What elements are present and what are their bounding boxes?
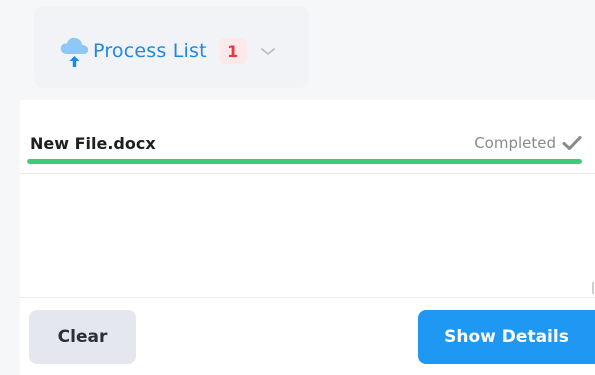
show-details-button[interactable]: Show Details [418,310,595,364]
process-list-header[interactable]: Process List 1 [34,6,309,88]
footer-divider [20,297,595,298]
row-divider [20,173,595,174]
check-icon [562,135,582,151]
chevron-down-icon[interactable] [259,42,277,60]
clear-button[interactable]: Clear [29,310,136,364]
progress-track [27,159,582,164]
process-list-toggle[interactable]: Process List 1 [59,34,277,68]
scrollbar[interactable] [592,282,594,294]
file-status: Completed [474,134,582,152]
file-name: New File.docx [30,133,156,153]
status-label: Completed [474,134,556,152]
cloud-upload-icon [59,34,91,68]
progress-fill [27,159,582,164]
process-count-badge: 1 [218,38,247,64]
file-row: New File.docx Completed [30,128,582,158]
process-list-title: Process List [93,40,207,62]
